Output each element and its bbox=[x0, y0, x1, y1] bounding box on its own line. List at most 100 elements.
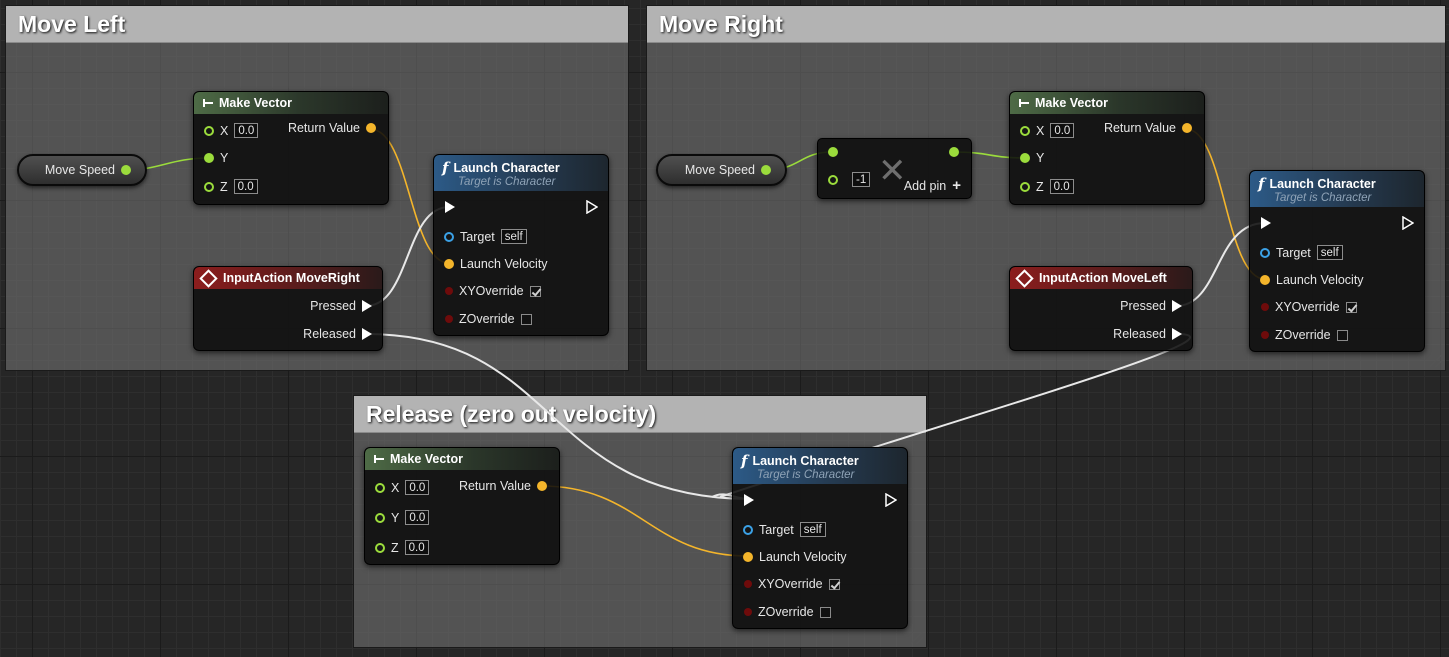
launch-character-node[interactable]: f Launch Character Target is Character T… bbox=[1249, 170, 1425, 352]
make-vector-icon bbox=[1018, 98, 1030, 108]
float-input-pin[interactable] bbox=[828, 147, 838, 157]
z-input-pin[interactable] bbox=[204, 181, 214, 192]
target-input-pin[interactable] bbox=[444, 231, 454, 242]
x-input-pin[interactable] bbox=[1020, 125, 1030, 136]
multiply-node[interactable]: ✕ -1 Add pin + bbox=[817, 138, 972, 199]
y-input-pin[interactable] bbox=[1020, 153, 1030, 163]
z-pin-row: Z 0.0 bbox=[204, 179, 258, 194]
z-override-checkbox[interactable] bbox=[520, 313, 532, 325]
event-diamond-icon bbox=[1015, 268, 1034, 288]
add-pin-label[interactable]: Add pin bbox=[904, 179, 946, 193]
exec-output-pin[interactable] bbox=[1172, 300, 1182, 312]
z-value-field[interactable]: 0.0 bbox=[1049, 179, 1074, 194]
move-speed-variable[interactable]: Move Speed bbox=[17, 154, 147, 186]
exec-output-pin[interactable] bbox=[586, 200, 598, 214]
vector-output-pin[interactable] bbox=[1182, 123, 1192, 133]
bool-input-pin[interactable] bbox=[1261, 331, 1269, 339]
a-pin-row bbox=[828, 147, 838, 157]
target-value-field[interactable]: self bbox=[500, 229, 527, 244]
x-input-pin[interactable] bbox=[375, 482, 385, 493]
y-input-pin[interactable] bbox=[204, 153, 214, 163]
launch-character-node[interactable]: f Launch Character Target is Character T… bbox=[433, 154, 609, 336]
released-pin-row: Released bbox=[303, 327, 372, 341]
float-output-pin[interactable] bbox=[949, 147, 959, 157]
target-label: Target bbox=[759, 522, 794, 537]
vector-output-pin[interactable] bbox=[537, 481, 547, 491]
z-pin-row: Z 0.0 bbox=[375, 540, 429, 555]
z-input-pin[interactable] bbox=[375, 542, 385, 553]
comment-header[interactable]: Move Right bbox=[647, 6, 1445, 43]
velocity-input-pin[interactable] bbox=[444, 259, 454, 269]
y-value-field[interactable]: 0.0 bbox=[405, 510, 430, 525]
z-override-checkbox[interactable] bbox=[1336, 329, 1348, 341]
node-title: Make Vector bbox=[390, 452, 463, 466]
x-input-pin[interactable] bbox=[204, 125, 214, 136]
exec-input-pin[interactable] bbox=[744, 494, 754, 506]
velocity-input-pin[interactable] bbox=[1260, 275, 1270, 285]
input-action-node[interactable]: InputAction MoveLeft Pressed Released bbox=[1009, 266, 1193, 351]
resize-handle-icon[interactable] bbox=[613, 355, 625, 367]
bool-input-pin[interactable] bbox=[445, 315, 453, 323]
xy-override-label: XYOverride bbox=[459, 284, 524, 298]
move-speed-variable[interactable]: Move Speed bbox=[656, 154, 787, 186]
input-action-node[interactable]: InputAction MoveRight Pressed Released bbox=[193, 266, 383, 351]
bool-input-pin[interactable] bbox=[744, 580, 752, 588]
z-value-field[interactable]: 0.0 bbox=[404, 540, 429, 555]
float-output-pin[interactable] bbox=[121, 165, 131, 175]
node-header[interactable]: Make Vector bbox=[365, 448, 559, 470]
z-override-row: ZOverride bbox=[445, 312, 532, 326]
xy-override-checkbox[interactable] bbox=[529, 285, 541, 297]
comment-header[interactable]: Move Left bbox=[6, 6, 628, 43]
z-input-pin[interactable] bbox=[1020, 181, 1030, 192]
float-input-pin[interactable] bbox=[828, 174, 838, 185]
vector-output-pin[interactable] bbox=[366, 123, 376, 133]
node-header[interactable]: Make Vector bbox=[1010, 92, 1204, 114]
move-speed-label: Move Speed bbox=[684, 163, 755, 177]
node-header[interactable]: Make Vector bbox=[194, 92, 388, 114]
make-vector-node[interactable]: Make Vector X 0.0 Y 0.0 Z 0.0 Return Val… bbox=[364, 447, 560, 565]
launch-character-node[interactable]: f Launch Character Target is Character T… bbox=[732, 447, 908, 629]
exec-in-row bbox=[744, 494, 754, 506]
node-header[interactable]: f Launch Character Target is Character bbox=[733, 448, 907, 484]
y-pin-row: Y 0.0 bbox=[375, 510, 430, 525]
exec-output-pin[interactable] bbox=[1172, 328, 1182, 340]
exec-input-pin[interactable] bbox=[1261, 217, 1271, 229]
xy-override-checkbox[interactable] bbox=[828, 578, 840, 590]
target-pin-row: Target self bbox=[743, 522, 826, 537]
node-header[interactable]: f Launch Character Target is Character bbox=[1250, 171, 1424, 207]
xy-override-checkbox[interactable] bbox=[1345, 301, 1357, 313]
z-value-field[interactable]: 0.0 bbox=[233, 179, 258, 194]
x-value-field[interactable]: 0.0 bbox=[1050, 123, 1075, 138]
resize-handle-icon[interactable] bbox=[911, 632, 923, 644]
resize-handle-icon[interactable] bbox=[1430, 355, 1442, 367]
plus-icon[interactable]: + bbox=[952, 177, 961, 194]
x-value-field[interactable]: 0.0 bbox=[234, 123, 259, 138]
bool-input-pin[interactable] bbox=[445, 287, 453, 295]
target-input-pin[interactable] bbox=[743, 524, 753, 535]
out-pin-row bbox=[949, 147, 959, 157]
multiplier-value-field[interactable]: -1 bbox=[852, 172, 871, 187]
target-value-field[interactable]: self bbox=[1316, 245, 1343, 260]
target-value-field[interactable]: self bbox=[799, 522, 826, 537]
bool-input-pin[interactable] bbox=[744, 608, 752, 616]
x-value-field[interactable]: 0.0 bbox=[405, 480, 430, 495]
add-pin-row[interactable]: Add pin + bbox=[904, 177, 961, 194]
node-header[interactable]: InputAction MoveLeft bbox=[1010, 267, 1192, 289]
bool-input-pin[interactable] bbox=[1261, 303, 1269, 311]
exec-output-pin[interactable] bbox=[362, 328, 372, 340]
float-output-pin[interactable] bbox=[761, 165, 771, 175]
released-label: Released bbox=[303, 327, 356, 341]
exec-output-pin[interactable] bbox=[362, 300, 372, 312]
target-input-pin[interactable] bbox=[1260, 247, 1270, 258]
make-vector-node[interactable]: Make Vector X 0.0 Y Z 0.0 Return Value bbox=[1009, 91, 1205, 205]
velocity-input-pin[interactable] bbox=[743, 552, 753, 562]
y-input-pin[interactable] bbox=[375, 512, 385, 523]
node-header[interactable]: f Launch Character Target is Character bbox=[434, 155, 608, 191]
make-vector-node[interactable]: Make Vector X 0.0 Y Z 0.0 Return Value bbox=[193, 91, 389, 205]
comment-header[interactable]: Release (zero out velocity) bbox=[354, 396, 926, 433]
exec-output-pin[interactable] bbox=[1402, 216, 1414, 230]
exec-input-pin[interactable] bbox=[445, 201, 455, 213]
exec-output-pin[interactable] bbox=[885, 493, 897, 507]
z-override-checkbox[interactable] bbox=[819, 606, 831, 618]
node-header[interactable]: InputAction MoveRight bbox=[194, 267, 382, 289]
